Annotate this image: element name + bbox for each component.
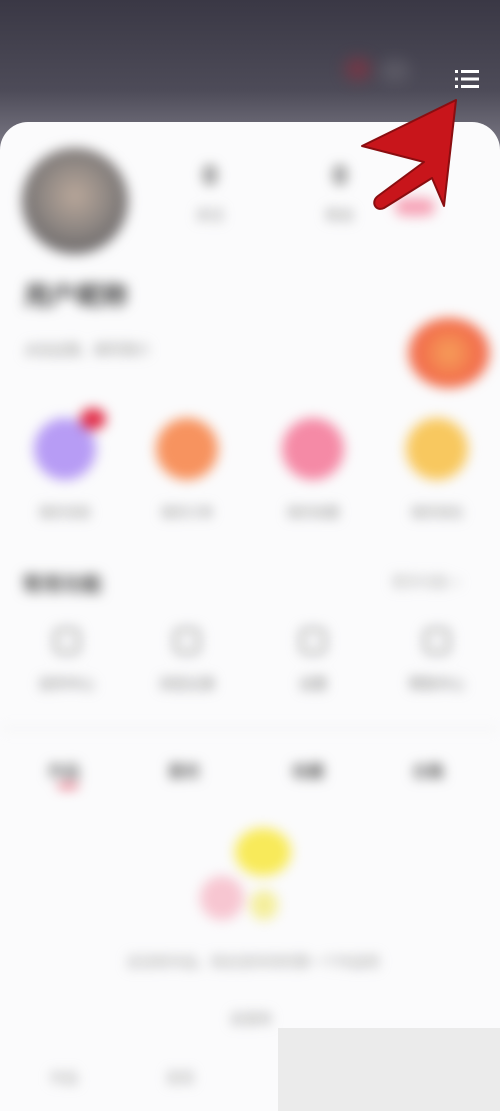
bottom-tab-works[interactable]: 作品 <box>50 1068 78 1088</box>
username: 用户昵称 <box>24 281 129 311</box>
notification-badge <box>80 408 106 430</box>
stat-label: 关注 <box>196 207 224 223</box>
grid-item-label: 创作中心 <box>39 676 95 692</box>
tab-likes[interactable]: 喜欢 <box>168 758 200 782</box>
shortcut-orders[interactable]: 我的订单 <box>142 418 232 521</box>
history-icon <box>174 628 200 654</box>
shortcut-label: 我的钱包 <box>410 505 463 520</box>
bottom-tab-discover[interactable]: 发现 <box>166 1068 194 1088</box>
favorites-icon <box>282 418 344 480</box>
menu-button[interactable] <box>449 62 485 96</box>
empty-illustration <box>200 876 244 920</box>
shortcut-favorites[interactable]: 我的收藏 <box>268 418 358 521</box>
stat-value: 0 <box>202 160 218 190</box>
list-menu-icon <box>455 70 479 88</box>
shortcut-label: 我的消息 <box>38 505 91 520</box>
header-decoration <box>345 58 371 80</box>
header-decoration <box>380 60 410 82</box>
creator-icon <box>54 628 80 654</box>
grid-item-creator[interactable]: 创作中心 <box>12 628 122 694</box>
shortcut-label: 我的订单 <box>160 505 213 520</box>
grid-item-label: 帮助中心 <box>409 676 465 692</box>
avatar[interactable] <box>22 148 128 254</box>
settings-icon <box>300 628 326 654</box>
stat-following[interactable]: 0 关注 <box>160 160 260 225</box>
wallet-icon <box>406 418 468 480</box>
more-functions-link[interactable]: 更多功能 > <box>392 572 460 592</box>
empty-illustration <box>250 890 278 920</box>
grid-item-label: 设置 <box>299 676 327 692</box>
grid-item-history[interactable]: 浏览记录 <box>132 628 242 694</box>
section-title: 常用功能 <box>22 574 102 596</box>
grid-item-label: 浏览记录 <box>159 676 215 692</box>
empty-illustration <box>235 828 291 876</box>
divider <box>0 728 500 730</box>
shortcut-label: 我的收藏 <box>286 505 339 520</box>
tab-favorites[interactable]: 收藏 <box>292 758 324 782</box>
overlay-panel <box>278 1028 500 1111</box>
help-icon <box>424 628 450 654</box>
shortcut-messages[interactable]: 我的消息 <box>20 418 110 521</box>
bio-text[interactable]: 点击这里，填写简介 <box>24 340 150 360</box>
grid-item-help[interactable]: 帮助中心 <box>382 628 492 694</box>
badge-icon[interactable] <box>408 318 490 388</box>
tab-works[interactable]: 作品 <box>48 758 80 782</box>
tab-collections[interactable]: 合集 <box>412 758 444 782</box>
shortcut-wallet[interactable]: 我的钱包 <box>392 418 482 521</box>
grid-item-settings[interactable]: 设置 <box>258 628 368 694</box>
orders-icon <box>156 418 218 480</box>
empty-state-message: 还没有作品，快去发布你的第一个作品吧 <box>127 954 379 970</box>
annotation-arrow-icon <box>361 99 457 210</box>
tab-indicator <box>58 784 78 788</box>
